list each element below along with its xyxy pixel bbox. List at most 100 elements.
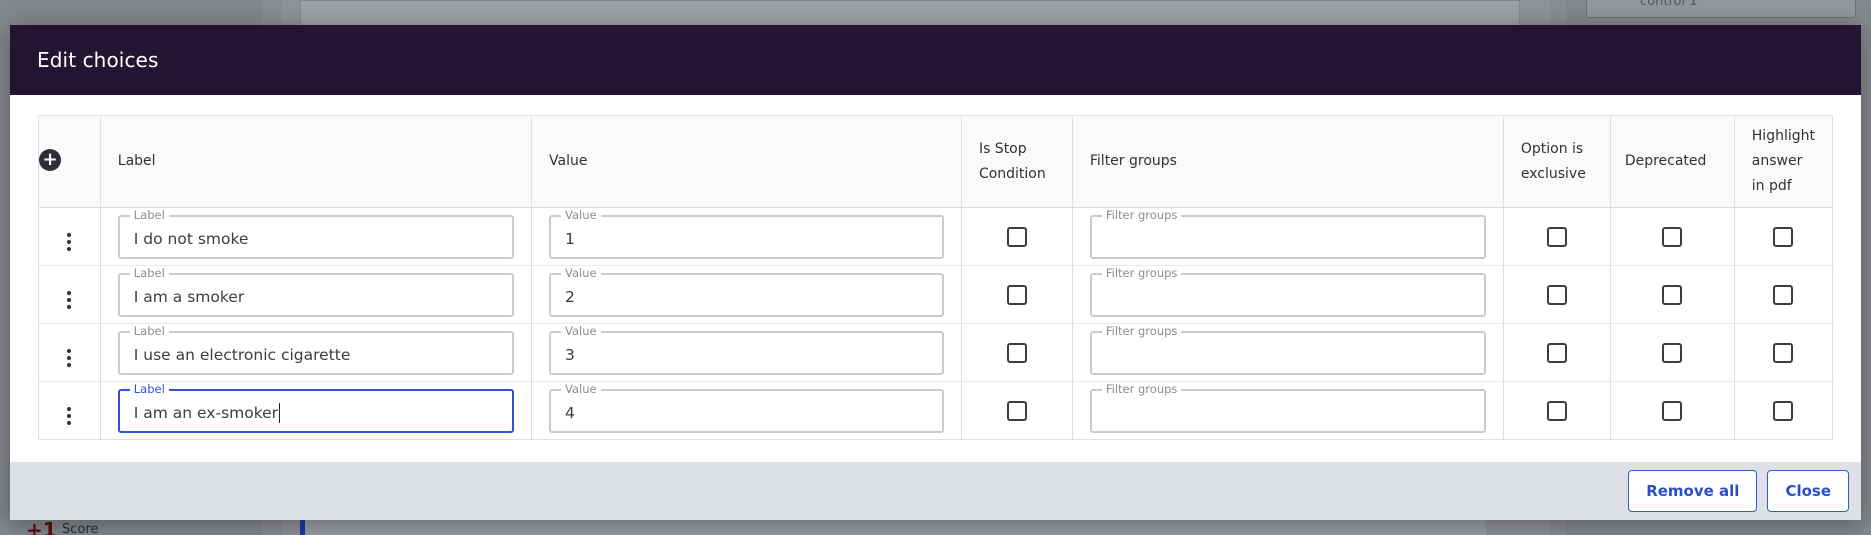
- column-header-highlight: Highlight answer in pdf: [1734, 115, 1834, 208]
- table-row: Label Value Filter groups: [38, 323, 1834, 382]
- deprecated-checkbox[interactable]: [1662, 284, 1683, 305]
- remove-all-button[interactable]: Remove all: [1628, 470, 1758, 512]
- column-header-is-stop: Is Stop Condition: [961, 115, 1073, 208]
- filter-groups-field: Filter groups: [1089, 207, 1486, 259]
- label-field-label: Label: [129, 265, 169, 280]
- modal-title: Edit choices: [37, 48, 159, 72]
- label-input[interactable]: [119, 332, 512, 373]
- exclusive-cell: [1503, 265, 1611, 324]
- filter-groups-field-label: Filter groups: [1101, 381, 1182, 396]
- value-input[interactable]: [551, 274, 942, 315]
- modal-body: + Label Value Is Stop Condition Filter g…: [10, 95, 1861, 462]
- plus-circle-icon[interactable]: +: [39, 149, 61, 171]
- is-stop-cell: [961, 381, 1073, 440]
- highlight-cell: [1734, 323, 1834, 382]
- kebab-menu-icon[interactable]: [67, 407, 72, 425]
- label-field: Label: [117, 323, 514, 375]
- value-cell: Value: [531, 265, 962, 324]
- exclusive-checkbox[interactable]: [1546, 342, 1567, 363]
- value-cell: Value: [531, 381, 962, 440]
- filter-groups-field-label: Filter groups: [1101, 323, 1182, 338]
- deprecated-checkbox[interactable]: [1662, 342, 1683, 363]
- kebab-menu-icon[interactable]: [67, 349, 72, 367]
- highlight-checkbox[interactable]: [1773, 400, 1794, 421]
- close-button[interactable]: Close: [1767, 470, 1849, 512]
- kebab-menu-icon[interactable]: [67, 233, 72, 251]
- label-cell: Label I am an ex-smoker: [100, 381, 533, 440]
- column-header-deprecated: Deprecated: [1610, 115, 1735, 208]
- filter-groups-input[interactable]: [1091, 390, 1484, 431]
- exclusive-checkbox[interactable]: [1546, 284, 1567, 305]
- value-input[interactable]: [551, 216, 942, 257]
- filter-groups-field: Filter groups: [1089, 265, 1486, 317]
- highlight-cell: [1734, 207, 1834, 266]
- filter-groups-input[interactable]: [1091, 216, 1484, 257]
- deprecated-cell: [1610, 207, 1735, 266]
- value-field-label: Value: [561, 381, 601, 396]
- kebab-menu-icon[interactable]: [67, 291, 72, 309]
- value-field-label: Value: [561, 265, 601, 280]
- column-header-label: Label: [100, 115, 533, 208]
- deprecated-cell: [1610, 265, 1735, 324]
- label-field: Label I am an ex-smoker: [117, 381, 514, 433]
- filter-groups-cell: Filter groups: [1072, 381, 1504, 440]
- exclusive-cell: [1503, 207, 1611, 266]
- value-field-label: Value: [561, 323, 601, 338]
- highlight-checkbox[interactable]: [1773, 342, 1794, 363]
- label-field-label: Label: [129, 207, 169, 222]
- exclusive-checkbox[interactable]: [1546, 226, 1567, 247]
- value-field-label: Value: [561, 207, 601, 222]
- text-caret: [279, 402, 281, 423]
- row-handle-cell: [38, 265, 101, 324]
- is-stop-checkbox[interactable]: [1006, 226, 1027, 247]
- choices-table: + Label Value Is Stop Condition Filter g…: [38, 115, 1834, 440]
- is-stop-cell: [961, 265, 1073, 324]
- row-handle-cell: [38, 323, 101, 382]
- backdrop-score-label: Score: [62, 522, 99, 535]
- label-cell: Label: [100, 323, 533, 382]
- highlight-checkbox[interactable]: [1773, 226, 1794, 247]
- highlight-cell: [1734, 381, 1834, 440]
- table-row: Label Value Filter groups: [38, 207, 1834, 266]
- filter-groups-field: Filter groups: [1089, 323, 1486, 375]
- value-input[interactable]: [551, 390, 942, 431]
- table-row: Label Value Filter groups: [38, 265, 1834, 324]
- filter-groups-cell: Filter groups: [1072, 323, 1504, 382]
- backdrop-right-text: control 1: [1640, 0, 1698, 9]
- column-header-exclusive: Option is exclusive: [1503, 115, 1611, 208]
- is-stop-checkbox[interactable]: [1006, 284, 1027, 305]
- edit-choices-modal: Edit choices + Label Value Is Stop Condi…: [10, 25, 1861, 520]
- deprecated-checkbox[interactable]: [1662, 226, 1683, 247]
- deprecated-cell: [1610, 381, 1735, 440]
- label-input[interactable]: [119, 216, 512, 257]
- is-stop-checkbox[interactable]: [1006, 342, 1027, 363]
- backdrop-bottom-card: [300, 520, 1486, 535]
- table-header-row: + Label Value Is Stop Condition Filter g…: [38, 115, 1834, 208]
- row-handle-cell: [38, 207, 101, 266]
- table-row: Label I am an ex-smoker Value 4 Filter g…: [38, 381, 1834, 440]
- label-input[interactable]: I am an ex-smoker: [120, 391, 512, 431]
- label-field-label: Label: [129, 381, 169, 396]
- filter-groups-input[interactable]: [1091, 274, 1484, 315]
- highlight-checkbox[interactable]: [1773, 284, 1794, 305]
- exclusive-cell: [1503, 323, 1611, 382]
- filter-groups-field: Filter groups: [1089, 381, 1486, 433]
- filter-groups-cell: Filter groups: [1072, 265, 1504, 324]
- exclusive-checkbox[interactable]: [1546, 400, 1567, 421]
- label-input[interactable]: [119, 274, 512, 315]
- deprecated-checkbox[interactable]: [1662, 400, 1683, 421]
- is-stop-cell: [961, 323, 1073, 382]
- filter-groups-input[interactable]: [1091, 332, 1484, 373]
- value-cell: Value: [531, 207, 962, 266]
- modal-footer: Remove all Close: [10, 462, 1861, 520]
- value-input[interactable]: [551, 332, 942, 373]
- deprecated-cell: [1610, 323, 1735, 382]
- column-header-value: Value: [531, 115, 962, 208]
- label-cell: Label: [100, 207, 533, 266]
- is-stop-checkbox[interactable]: [1006, 400, 1027, 421]
- add-row-header: +: [38, 115, 101, 208]
- modal-header: Edit choices: [10, 25, 1861, 95]
- value-field: Value: [549, 265, 944, 317]
- column-header-filter-groups: Filter groups: [1072, 115, 1504, 208]
- value-field: Value: [549, 207, 944, 259]
